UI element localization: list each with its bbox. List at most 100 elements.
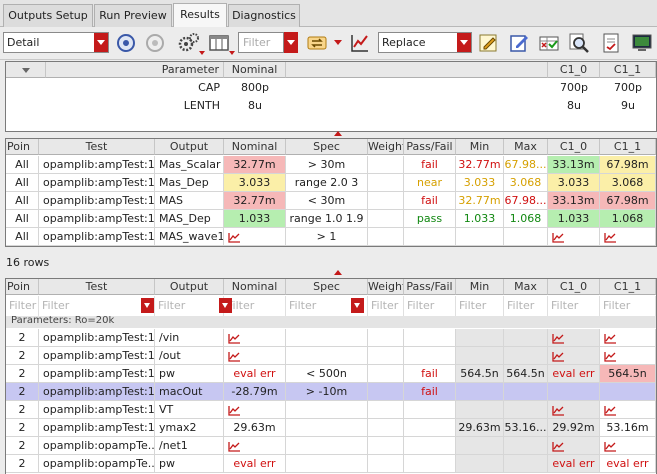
view-select[interactable]: Detail	[3, 32, 109, 53]
detail-c1-1-cell[interactable]	[600, 437, 656, 455]
point-column-header[interactable]: Poin	[6, 139, 39, 155]
swap-menu-arrow[interactable]	[334, 40, 342, 45]
result-c1-0-cell[interactable]: 1.033	[548, 210, 600, 228]
nominal-filter-dropdown[interactable]	[219, 298, 232, 313]
tab-results[interactable]: Results	[173, 3, 227, 27]
splitter-top[interactable]	[0, 131, 657, 136]
pass-fail-column-header[interactable]: Pass/Fail	[404, 279, 456, 295]
result-c1-0-cell[interactable]: 33.13m	[548, 156, 600, 174]
detail-c1-0-cell[interactable]	[548, 329, 600, 347]
back-button[interactable]	[114, 31, 138, 55]
detail-c1-0-cell[interactable]	[548, 437, 600, 455]
settings-menu-arrow[interactable]	[199, 51, 205, 55]
test-filter[interactable]: Filter	[39, 296, 155, 316]
result-c1-1-cell[interactable]: 67.98m	[600, 156, 656, 174]
tab-run-preview[interactable]: Run Preview	[94, 4, 172, 27]
plot-button[interactable]	[348, 31, 372, 55]
detail-nominal-cell[interactable]: eval err	[224, 365, 286, 383]
spec-column-header[interactable]: Spec	[286, 279, 368, 295]
detail-nominal-cell[interactable]	[224, 347, 286, 365]
tab-diagnostics[interactable]: Diagnostics	[228, 4, 300, 27]
detail-c1-1-cell[interactable]	[600, 347, 656, 365]
result-nominal-cell[interactable]	[224, 228, 286, 246]
result-nominal-cell[interactable]: 3.033	[224, 174, 286, 192]
result-nominal-cell[interactable]: 1.033	[224, 210, 286, 228]
detail-nominal-cell[interactable]	[224, 437, 286, 455]
pass-fail-column-header[interactable]: Pass/Fail	[404, 139, 456, 155]
tab-outputs-setup[interactable]: Outputs Setup	[3, 4, 93, 27]
spec-column-header[interactable]: Spec	[286, 139, 368, 155]
detail-c1-1-cell[interactable]	[600, 383, 656, 401]
point-filter[interactable]: Filter	[6, 296, 39, 316]
detail-nominal-cell[interactable]: eval err	[224, 455, 286, 473]
settings-button[interactable]	[177, 31, 201, 55]
result-c1-1-cell[interactable]: 3.068	[600, 174, 656, 192]
detail-nominal-cell[interactable]: -28.79m	[224, 383, 286, 401]
weight-filter-dropdown[interactable]	[351, 298, 364, 313]
c1-0-column-header[interactable]: C1_0	[548, 279, 600, 295]
nominal-filter[interactable]: Filter	[224, 296, 286, 316]
result-c1-1-cell[interactable]: 1.068	[600, 210, 656, 228]
nominal-column-header[interactable]: Nominal	[224, 279, 286, 295]
inspect-button[interactable]	[567, 31, 591, 55]
weight-column-header[interactable]: Weight	[368, 139, 404, 155]
detail-c1-0-cell[interactable]	[548, 383, 600, 401]
nominal-column-header[interactable]: Nominal	[224, 62, 286, 78]
weight-filter[interactable]: Filter	[368, 296, 404, 316]
result-c1-0-cell[interactable]: 33.13m	[548, 192, 600, 210]
max-column-header[interactable]: Max	[504, 139, 548, 155]
output-filter-dropdown[interactable]	[141, 298, 154, 313]
c1-0-filter[interactable]: Filter	[548, 296, 600, 316]
c1-1-column-header[interactable]: C1_1	[600, 139, 656, 155]
c1-1-column-header[interactable]: C1_1	[600, 62, 656, 78]
filter-dropdown-button[interactable]	[284, 32, 298, 53]
report-button[interactable]	[599, 31, 623, 55]
columns-button[interactable]	[207, 31, 231, 55]
nominal-column-header[interactable]: Nominal	[224, 139, 286, 155]
edit-button[interactable]	[507, 31, 531, 55]
detail-c1-0-cell[interactable]: eval err	[548, 365, 600, 383]
annotate-button[interactable]	[476, 31, 500, 55]
result-c1-0-cell[interactable]	[548, 228, 600, 246]
weight-column-header[interactable]: Weight	[368, 279, 404, 295]
detail-nominal-cell[interactable]	[224, 401, 286, 419]
detail-c1-0-cell[interactable]	[548, 347, 600, 365]
output-column-header[interactable]: Output	[155, 139, 224, 155]
detail-c1-1-cell[interactable]	[600, 401, 656, 419]
stop-button[interactable]	[143, 31, 167, 55]
detail-c1-1-cell[interactable]: 53.16m	[600, 419, 656, 437]
swap-button[interactable]	[305, 31, 329, 55]
params-corner-header[interactable]	[6, 62, 46, 78]
detail-nominal-cell[interactable]	[224, 329, 286, 347]
min-column-header[interactable]: Min	[456, 139, 504, 155]
param-column-header[interactable]: Parameter	[46, 62, 224, 78]
pass-fail-filter[interactable]: Filter	[404, 296, 456, 316]
detail-c1-0-cell[interactable]	[548, 401, 600, 419]
result-nominal-cell[interactable]: 32.77m	[224, 156, 286, 174]
min-filter[interactable]: Filter	[456, 296, 504, 316]
point-column-header[interactable]: Poin	[6, 279, 39, 295]
c1-1-column-header[interactable]: C1_1	[600, 279, 656, 295]
c1-0-column-header[interactable]: C1_0	[548, 62, 600, 78]
min-column-header[interactable]: Min	[456, 279, 504, 295]
columns-menu-arrow[interactable]	[229, 51, 235, 55]
spreadsheet-button[interactable]	[537, 31, 561, 55]
c1-0-column-header[interactable]: C1_0	[548, 139, 600, 155]
result-c1-0-cell[interactable]: 3.033	[548, 174, 600, 192]
result-nominal-cell[interactable]: 32.77m	[224, 192, 286, 210]
filter-input[interactable]: Filter	[238, 32, 284, 53]
test-column-header[interactable]: Test	[39, 139, 155, 155]
result-c1-1-cell[interactable]: 67.98m	[600, 192, 656, 210]
max-column-header[interactable]: Max	[504, 279, 548, 295]
detail-c1-0-cell[interactable]: 29.92m	[548, 419, 600, 437]
detail-nominal-cell[interactable]: 29.63m	[224, 419, 286, 437]
plot-mode-select[interactable]: Replace	[378, 32, 472, 53]
detail-c1-1-cell[interactable]: eval err	[600, 455, 656, 473]
c1-1-filter[interactable]: Filter	[600, 296, 656, 316]
detail-c1-1-cell[interactable]: 564.5n	[600, 365, 656, 383]
result-c1-1-cell[interactable]	[600, 228, 656, 246]
max-filter[interactable]: Filter	[504, 296, 548, 316]
test-column-header[interactable]: Test	[39, 279, 155, 295]
output-column-header[interactable]: Output	[155, 279, 224, 295]
detail-c1-1-cell[interactable]	[600, 329, 656, 347]
